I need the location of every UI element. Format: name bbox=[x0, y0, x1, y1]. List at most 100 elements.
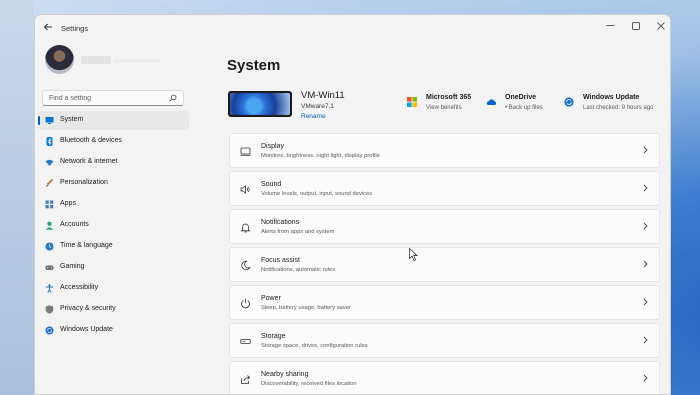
settings-card-nearby-sharing[interactable]: Nearby sharing Discoverability, received… bbox=[229, 361, 660, 394]
avatar[interactable] bbox=[45, 45, 74, 74]
card-subtitle: Monitors, brightness, night light, displ… bbox=[261, 153, 380, 159]
sidebar-item-label: Accounts bbox=[60, 221, 89, 228]
device-thumbnail bbox=[228, 91, 292, 117]
monitor-icon bbox=[45, 117, 54, 124]
sidebar-item-bluetooth-devices[interactable]: Bluetooth & devices bbox=[38, 132, 189, 151]
card-title: Sound bbox=[261, 181, 282, 188]
card-title: Power bbox=[261, 295, 281, 302]
profile-name-redacted bbox=[81, 56, 161, 64]
card-subtitle: Volume levels, output, input, sound devi… bbox=[261, 191, 373, 197]
settings-card-power[interactable]: Power Sleep, battery usage, battery save… bbox=[229, 285, 660, 320]
speaker-icon bbox=[240, 185, 250, 194]
card-subtitle: Sleep, battery usage, battery saver bbox=[261, 305, 351, 311]
sidebar-item-network[interactable]: Network & internet bbox=[38, 153, 189, 172]
accessibility-icon bbox=[45, 284, 54, 293]
card-title: Focus assist bbox=[261, 257, 300, 264]
card-subtitle: Discoverability, received files location bbox=[261, 381, 357, 387]
sidebar-item-accounts[interactable]: Accounts bbox=[38, 216, 189, 235]
sidebar-item-label: Privacy & security bbox=[60, 305, 116, 312]
rename-link[interactable]: Rename bbox=[301, 113, 326, 120]
sidebar-item-label: Bluetooth & devices bbox=[60, 137, 122, 144]
chevron-right-icon bbox=[643, 222, 648, 230]
sidebar-item-label: Network & internet bbox=[60, 158, 118, 165]
maximize-button[interactable] bbox=[629, 20, 643, 34]
wifi-icon bbox=[45, 159, 54, 166]
search-box[interactable] bbox=[42, 90, 184, 106]
card-title: Nearby sharing bbox=[261, 371, 309, 378]
sidebar-item-time-language[interactable]: Time & language bbox=[38, 237, 189, 256]
sidebar-item-label: Accessibility bbox=[60, 284, 99, 291]
quick-link-subtitle: View benefits bbox=[426, 105, 462, 111]
device-name: VM-Win11 bbox=[301, 90, 345, 101]
search-input[interactable] bbox=[49, 91, 164, 105]
sidebar-item-personalization[interactable]: Personalization bbox=[38, 174, 189, 193]
windows-update-icon bbox=[564, 97, 574, 107]
close-button[interactable] bbox=[654, 20, 668, 34]
sidebar-item-gaming[interactable]: Gaming bbox=[38, 258, 189, 277]
settings-card-storage[interactable]: Storage Storage space, drives, configura… bbox=[229, 323, 660, 358]
chevron-right-icon bbox=[643, 336, 648, 344]
close-icon bbox=[657, 22, 665, 30]
quick-link-title: Windows Update bbox=[583, 94, 640, 101]
minimize-button[interactable] bbox=[603, 20, 617, 34]
card-subtitle: Storage space, drives, configuration rul… bbox=[261, 343, 368, 349]
gamepad-icon bbox=[45, 265, 54, 270]
card-subtitle: Notifications, automatic rules bbox=[261, 267, 336, 273]
brush-icon bbox=[45, 179, 54, 188]
globe-clock-icon bbox=[45, 242, 54, 251]
sidebar-item-label: System bbox=[60, 116, 84, 123]
title-bar[interactable]: Settings bbox=[35, 15, 670, 43]
mouse-cursor-icon bbox=[409, 248, 418, 261]
back-arrow-icon bbox=[43, 23, 52, 31]
chevron-right-icon bbox=[643, 146, 648, 154]
minimize-icon bbox=[606, 25, 614, 26]
back-button[interactable] bbox=[41, 22, 55, 36]
page-title: System bbox=[227, 57, 281, 74]
card-title: Notifications bbox=[261, 219, 300, 226]
chevron-right-icon bbox=[643, 374, 648, 382]
card-title: Display bbox=[261, 143, 284, 150]
app-title: Settings bbox=[61, 24, 89, 33]
sidebar-item-label: Windows Update bbox=[60, 326, 113, 333]
sidebar-item-label: Apps bbox=[60, 200, 76, 207]
settings-card-focus-assist[interactable]: Focus assist Notifications, automatic ru… bbox=[229, 247, 660, 282]
moon-icon bbox=[241, 260, 251, 271]
desktop-background-left bbox=[0, 0, 34, 395]
sidebar-item-system[interactable]: System bbox=[38, 111, 189, 130]
quick-link-title: Microsoft 365 bbox=[426, 94, 472, 101]
windows-update-icon bbox=[45, 326, 54, 335]
card-title: Storage bbox=[261, 333, 286, 340]
settings-card-display[interactable]: Display Monitors, brightness, night ligh… bbox=[229, 133, 660, 168]
chevron-right-icon bbox=[643, 298, 648, 306]
settings-window: Settings System Bluetooth & devices bbox=[34, 14, 671, 395]
sidebar-item-windows-update[interactable]: Windows Update bbox=[38, 321, 189, 340]
sidebar-item-label: Personalization bbox=[60, 179, 108, 186]
wallpaper-preview bbox=[230, 93, 290, 115]
sidebar-item-privacy-security[interactable]: Privacy & security bbox=[38, 300, 189, 319]
apps-icon bbox=[45, 200, 54, 209]
storage-icon bbox=[240, 339, 251, 344]
bell-icon bbox=[240, 223, 251, 233]
onedrive-icon bbox=[486, 99, 496, 105]
shield-icon bbox=[45, 305, 54, 314]
microsoft-365-icon bbox=[407, 97, 417, 107]
sidebar-item-apps[interactable]: Apps bbox=[38, 195, 189, 214]
bluetooth-icon bbox=[46, 137, 53, 146]
display-icon bbox=[240, 147, 251, 156]
share-icon bbox=[241, 375, 251, 384]
device-model: VMware7,1 bbox=[301, 103, 334, 110]
chevron-right-icon bbox=[643, 184, 648, 192]
quick-link-title: OneDrive bbox=[505, 94, 537, 101]
maximize-icon bbox=[632, 22, 640, 30]
quick-link-subtitle: Last checked: 9 hours ago bbox=[583, 105, 654, 111]
account-icon bbox=[45, 221, 54, 230]
sidebar-item-label: Gaming bbox=[60, 263, 85, 270]
card-subtitle: Alerts from apps and system bbox=[261, 229, 335, 235]
sidebar-item-label: Time & language bbox=[60, 242, 113, 249]
quick-link-subtitle: • Back up files bbox=[505, 105, 543, 111]
settings-card-sound[interactable]: Sound Volume levels, output, input, soun… bbox=[229, 171, 660, 206]
sidebar-item-accessibility[interactable]: Accessibility bbox=[38, 279, 189, 298]
search-icon[interactable] bbox=[169, 94, 177, 102]
settings-card-notifications[interactable]: Notifications Alerts from apps and syste… bbox=[229, 209, 660, 244]
power-icon bbox=[241, 298, 250, 309]
